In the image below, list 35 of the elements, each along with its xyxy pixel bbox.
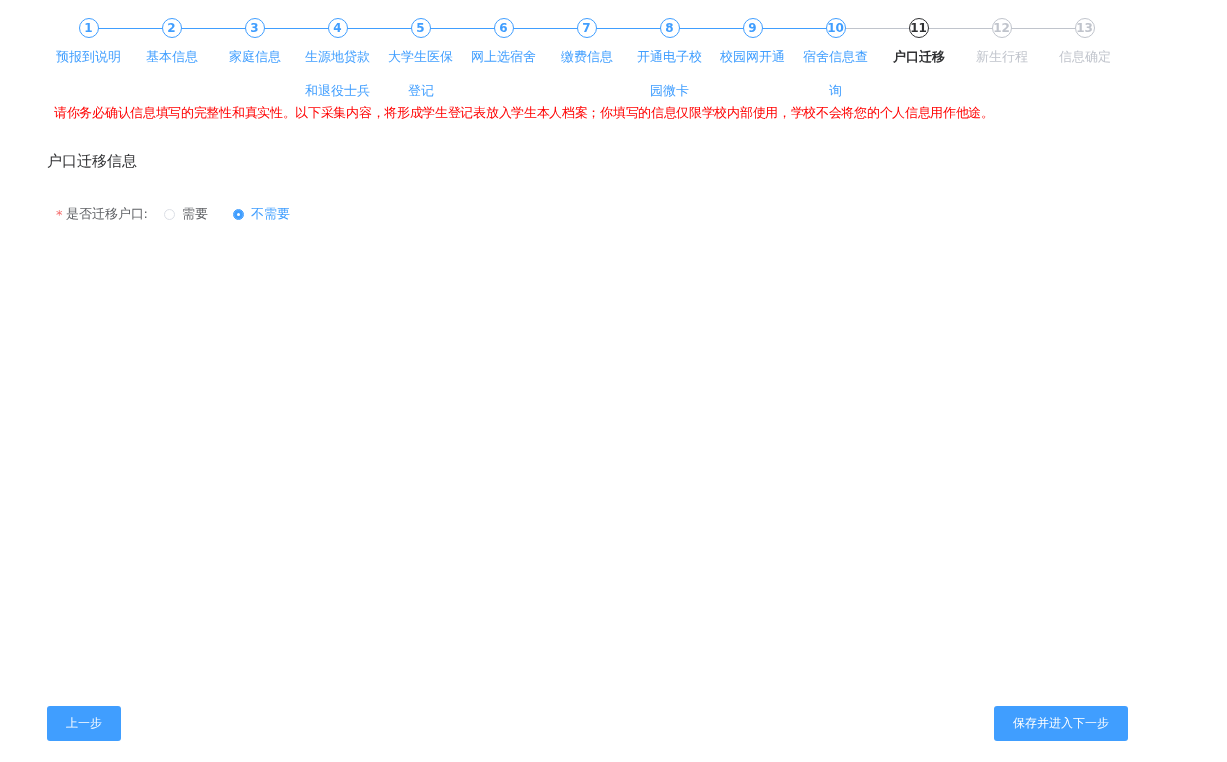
step-number: 12 xyxy=(991,18,1012,38)
step-number: 8 xyxy=(659,18,680,38)
field-label: 是否迁移户口: xyxy=(65,205,148,223)
step-number: 4 xyxy=(327,18,348,38)
step-number: 10 xyxy=(825,18,846,38)
step-number: 13 xyxy=(1074,18,1095,38)
radio-option[interactable]: 需要 xyxy=(163,205,208,223)
step-label: 校园网开通 xyxy=(719,48,786,66)
step-label: 信息确定 xyxy=(1057,48,1112,66)
step-label: 生源地贷款和退役士兵 xyxy=(304,48,371,100)
step-number: 3 xyxy=(244,18,265,38)
step-number: 6 xyxy=(493,18,514,38)
step-label: 户口迁移 xyxy=(891,48,946,66)
step-number: 11 xyxy=(908,18,929,38)
radio-icon[interactable] xyxy=(232,208,244,220)
save-next-button[interactable]: 保存并进入下一步 xyxy=(994,706,1128,741)
required-mark: * xyxy=(56,206,63,222)
radio-option[interactable]: 不需要 xyxy=(232,205,290,223)
step-label: 新生行程 xyxy=(974,48,1029,66)
step-number: 7 xyxy=(576,18,597,38)
step-label: 开通电子校园微卡 xyxy=(636,48,703,100)
step-label: 网上选宿舍 xyxy=(470,48,537,66)
step-label: 大学生医保登记 xyxy=(387,48,454,100)
step-label: 预报到说明 xyxy=(55,48,122,66)
step-label: 缴费信息 xyxy=(559,48,614,66)
step-number: 1 xyxy=(78,18,99,38)
step-number: 2 xyxy=(161,18,182,38)
step-label: 基本信息 xyxy=(144,48,199,66)
step-label: 宿舍信息查询 xyxy=(802,48,869,100)
previous-button[interactable]: 上一步 xyxy=(47,706,121,741)
section-title: 户口迁移信息 xyxy=(47,152,138,171)
step-number: 9 xyxy=(742,18,763,38)
notice-text: 请你务必确认信息填写的完整性和真实性。以下采集内容，将形成学生登记表放入学生本人档案；你填写的信息仅限学校内部使用，学校不会将您的个人信息用作他途。 xyxy=(53,105,995,122)
step-label: 家庭信息 xyxy=(227,48,282,66)
step-number: 5 xyxy=(410,18,431,38)
